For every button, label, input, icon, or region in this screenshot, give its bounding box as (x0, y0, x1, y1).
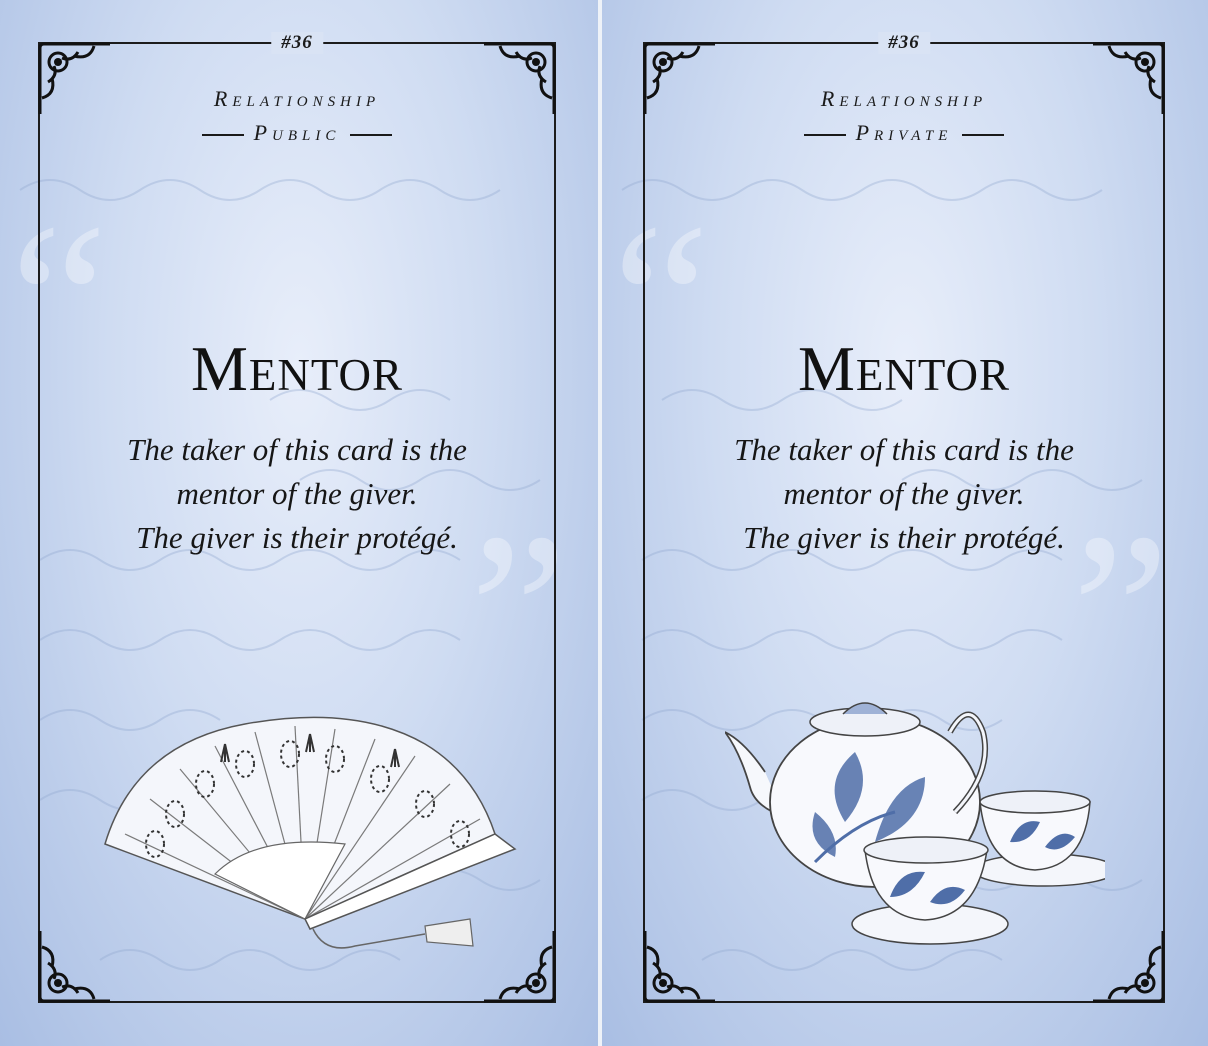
card-number: #36 (878, 32, 930, 54)
card-subcategory-label: Public (253, 120, 341, 145)
card-description: The taker of this card is the mentor of … (60, 428, 534, 560)
card-description: The taker of this card is the mentor of … (665, 428, 1143, 560)
card-category: Relationship (820, 86, 988, 111)
description-line: The giver is their protégé. (743, 520, 1065, 555)
card-subcategory-label: Private (855, 120, 953, 145)
description-line: The giver is their protégé. (136, 520, 458, 555)
card-private: “ ” #36 Relationship Private Mentor The … (602, 0, 1208, 1046)
fan-icon (104, 716, 517, 949)
ornament-corner-icon (643, 931, 715, 1003)
card-title: Mentor (190, 333, 404, 404)
card-category: Relationship (213, 86, 381, 111)
card-number: #36 (271, 32, 323, 54)
teapot-icon (725, 702, 1105, 945)
card-public: “ ” #36 Relationship Public Mentor The t… (0, 0, 598, 1046)
card-frame: #36 Relationship Private Mentor The take… (643, 32, 1165, 1003)
card-subcategory: Private (645, 120, 1163, 146)
card-title: Mentor (797, 333, 1011, 404)
description-line: mentor of the giver. (783, 476, 1025, 511)
description-line: The taker of this card is the (734, 432, 1074, 467)
description-line: mentor of the giver. (176, 476, 418, 511)
description-line: The taker of this card is the (127, 432, 467, 467)
card-subcategory: Public (40, 120, 554, 146)
card-frame: #36 Relationship Public Mentor The taker… (38, 32, 556, 1003)
